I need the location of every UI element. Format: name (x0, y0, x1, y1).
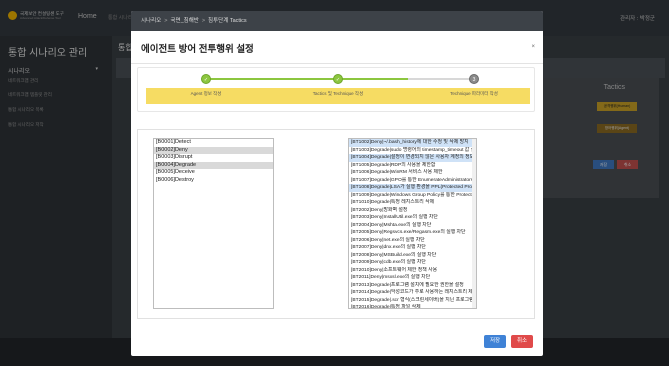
breadcrumb-item-tactics: 침투단계 Tactics (208, 18, 247, 24)
breadcrumb-item-phase[interactable]: 국면_침해반 (170, 18, 198, 24)
modal-divider (131, 63, 543, 64)
breadcrumb-separator-icon: > (164, 18, 168, 24)
technique-option[interactable]: [BT2009]Deny|cdb.exe의 실행 차단 (349, 259, 476, 267)
tactic-option[interactable]: [B0006]Destroy (154, 177, 273, 185)
technique-option[interactable]: [BT2015]Degrade|.scr 형식(스크린세이버)을 지닌 프로그램… (349, 297, 476, 305)
step-1-check-icon[interactable]: ✓ (201, 74, 211, 84)
tactic-option[interactable]: [B0004]Degrade (154, 161, 273, 170)
wizard-remaining-line (408, 78, 474, 80)
technique-option[interactable]: [BT1004]Degrade|설정이 변경되지 않은 사용자 계정의 정보 변… (349, 154, 476, 162)
technique-option[interactable]: [BT1010]Degrade|특정 레지스트리 삭제 (349, 199, 476, 207)
technique-option[interactable]: [BT2014]Degrade|악성코드가 주로 사용하는 레지스트리 제거 (349, 289, 476, 297)
technique-option[interactable]: [BT1005]Degrade|RDP의 사용을 제한함 (349, 162, 476, 170)
step-3-label: Technique 파라미터 작성 (450, 91, 498, 96)
cancel-button[interactable]: 취소 (511, 335, 533, 348)
step-2-check-icon[interactable]: ✓ (333, 74, 343, 84)
close-icon[interactable]: × (531, 44, 535, 50)
technique-option[interactable]: [BT2011]Deny|msxsl.exe의 실행 차단 (349, 274, 476, 282)
breadcrumb-separator-icon: > (201, 18, 206, 24)
modal-footer: 저장 취소 (131, 331, 543, 356)
modal-breadcrumb-bar: 시나리오 > 국면_침해반 > 침투단계 Tactics (131, 11, 543, 31)
technique-option[interactable]: [BT2002]Deny|방화벽 설정 (349, 207, 476, 215)
wizard-progress-line (338, 78, 408, 80)
step-1-label: Agent 정보 작성 (190, 91, 222, 96)
techniques-listbox[interactable]: [BT1002]Deny|~/.bash_history에 대한 수정 및 삭제… (348, 138, 477, 309)
tactic-option[interactable]: [B0001]Detect (154, 139, 273, 147)
technique-option[interactable]: [BT2003]Deny|InstallUtil.exe의 실행 차단 (349, 214, 476, 222)
technique-option[interactable]: [BT2013]Degrade|프로그램 설치에 필요한 권한을 설정 (349, 282, 476, 290)
modal-breadcrumb: 시나리오 > 국면_침해반 > 침투단계 Tactics (141, 11, 533, 31)
tactic-option[interactable]: [B0002]Deny (154, 146, 273, 155)
technique-option[interactable]: [BT2008]Deny|MSBuild.exe의 실행 차단 (349, 252, 476, 260)
tactic-option[interactable]: [B0003]Disrupt (154, 154, 273, 162)
step-2-label: Tactics 및 Technique 작성 (312, 91, 364, 96)
technique-option[interactable]: [BT2006]Deny|net.exe의 실행 차단 (349, 237, 476, 245)
wizard-steps: ✓ ✓ 3 Agent 정보 작성 Tactics 및 Technique 작성… (137, 67, 535, 112)
modal-title: 에이전트 방어 전투행위 설정 (141, 44, 254, 55)
breadcrumb-item-scenario[interactable]: 시나리오 (141, 18, 161, 24)
tactics-listbox[interactable]: [B0001]Detect [B0002]Deny [B0003]Disrupt [B… (153, 138, 274, 309)
technique-option[interactable]: [BT1003]Degrade|sudo 명령어의 timestamp_time… (349, 147, 476, 155)
wizard-progress-line (206, 78, 338, 80)
defense-behavior-modal: 시나리오 > 국면_침해반 > 침투단계 Tactics 에이전트 방어 전투행위 설정… (131, 11, 543, 356)
save-button[interactable]: 저장 (484, 335, 506, 348)
technique-option[interactable]: [BT2016]Degrade|특정 파일 삭제 (349, 304, 476, 308)
technique-option[interactable]: [BT2004]Deny|Mshta.exe의 실행 차단 (349, 222, 476, 230)
technique-option[interactable]: [BT1008]Degrade|LSA가 실행 환경을 PPL(Protecte… (349, 184, 476, 192)
technique-option[interactable]: [BT1007]Degrade|GPO를 통한 EnumerateAdminis… (349, 177, 476, 185)
step-3-indicator[interactable]: 3 (469, 74, 479, 84)
technique-option[interactable]: [BT1002]Deny|~/.bash_history에 대한 수정 및 삭제… (349, 139, 476, 147)
technique-option[interactable]: [BT2005]Deny|Regsvcs.exe/Regasm.exe의 실행 … (349, 229, 476, 237)
tactic-option[interactable]: [B0005]Deceive (154, 169, 273, 177)
technique-option[interactable]: [BT1006]Degrade|WinRM 서비스 사용 제한 (349, 169, 476, 177)
technique-option[interactable]: [BT1009]Degrade|Windows Group Policy를 통한… (349, 192, 476, 200)
technique-option[interactable]: [BT2010]Deny|소프트웨어 제한 정책 사용 (349, 267, 476, 275)
selection-area: [B0001]Detect [B0002]Deny [B0003]Disrupt [B… (137, 129, 535, 319)
listbox-scrollbar[interactable] (472, 139, 476, 308)
technique-option[interactable]: [BT2007]Deny|dnx.exe의 실행 차단 (349, 244, 476, 252)
